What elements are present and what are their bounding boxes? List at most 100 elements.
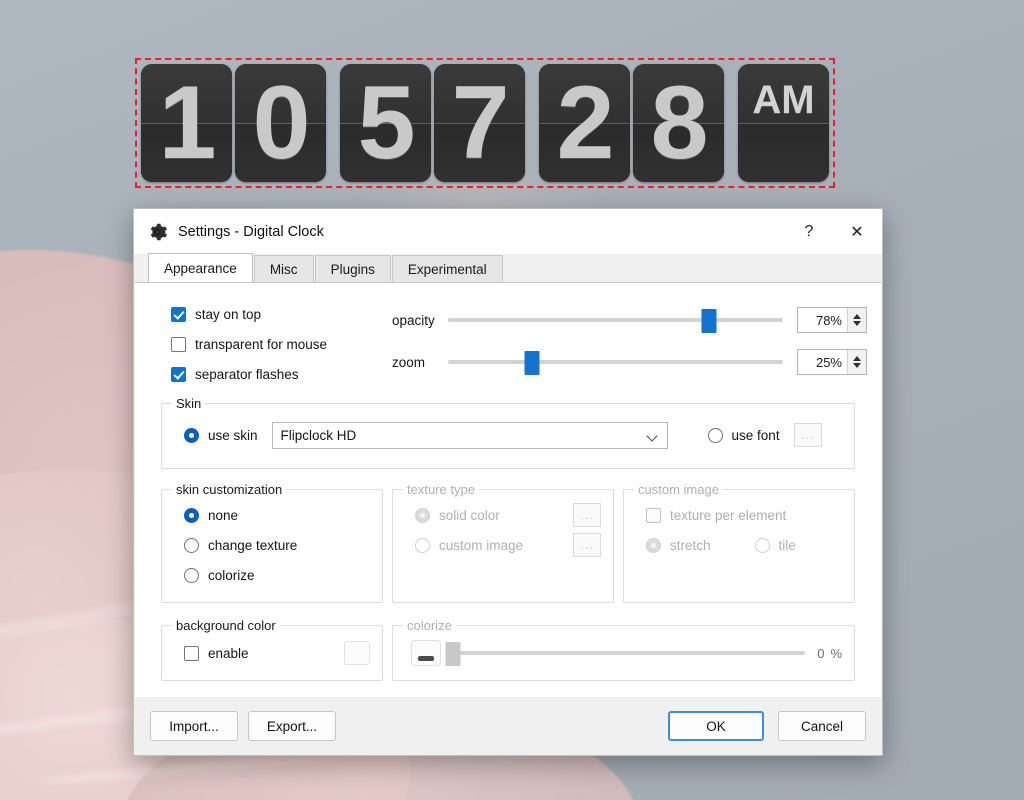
skin-group: Skin use skin Flipclock HD use font ... <box>161 403 855 469</box>
spinbox-arrows[interactable] <box>847 308 866 332</box>
tile-label: tile <box>779 538 796 553</box>
tab-plugins[interactable]: Plugins <box>315 255 391 282</box>
checkbox-label: stay on top <box>195 307 261 322</box>
clock-hours-group: 1 0 <box>141 64 326 182</box>
radio-button[interactable] <box>184 568 199 583</box>
tab-appearance[interactable]: Appearance <box>148 253 253 282</box>
checkbox-enable-background[interactable] <box>184 646 199 661</box>
clock-digit-value: 5 <box>340 64 431 182</box>
radio-use-font[interactable] <box>708 428 723 443</box>
radio-colorize[interactable]: colorize <box>174 560 370 590</box>
checkbox-texture-per-element: texture per element <box>636 500 842 530</box>
colorize-color-button <box>411 640 441 666</box>
colorize-slider <box>453 642 805 664</box>
background-color-title: background color <box>172 618 280 633</box>
spinner-up-icon[interactable] <box>853 356 861 361</box>
skin-customization-group: skin customization none change texture c… <box>161 489 383 603</box>
radio-solid-color: solid color ... <box>405 500 601 530</box>
colorize-group: colorize 0 % <box>392 625 855 681</box>
ok-button[interactable]: OK <box>668 711 764 741</box>
dialog-footer: Import... Export... OK Cancel <box>134 697 882 755</box>
custom-image-browse-button: ... <box>573 533 601 557</box>
opacity-value: 78% <box>798 313 847 328</box>
flip-clock-widget[interactable]: 1 0 5 7 <box>135 58 835 188</box>
colorize-title: colorize <box>403 618 456 633</box>
slider-track <box>453 651 805 655</box>
zoom-label: zoom <box>392 355 448 370</box>
tab-experimental[interactable]: Experimental <box>392 255 503 282</box>
checkbox-label: enable <box>208 646 249 661</box>
customization-row: skin customization none change texture c… <box>161 489 855 603</box>
color-bar <box>418 656 434 661</box>
skin-select[interactable]: Flipclock HD <box>272 422 668 449</box>
clock-ampm-tile: AM <box>738 64 829 182</box>
radio-button[interactable] <box>184 508 199 523</box>
opacity-spinbox[interactable]: 78% <box>797 307 867 333</box>
zoom-spinbox[interactable]: 25% <box>797 349 867 375</box>
radio-label: custom image <box>439 538 523 553</box>
opacity-slider[interactable] <box>448 309 783 331</box>
clock-digit-value: 0 <box>235 64 326 182</box>
solid-color-browse-button: ... <box>573 503 601 527</box>
slider-handle[interactable] <box>702 309 717 333</box>
radio-use-skin[interactable] <box>184 428 199 443</box>
zoom-slider[interactable] <box>448 351 783 373</box>
clock-digit-tile: 7 <box>434 64 525 182</box>
clock-digit-value: 1 <box>141 64 232 182</box>
opacity-control: opacity 78% <box>392 299 867 341</box>
radio-label: change texture <box>208 538 297 553</box>
spinbox-arrows[interactable] <box>847 350 866 374</box>
export-button[interactable]: Export... <box>248 711 336 741</box>
spinner-down-icon[interactable] <box>853 363 861 368</box>
help-button[interactable]: ? <box>786 209 832 254</box>
gear-icon <box>146 221 168 243</box>
clock-digit-tile: 8 <box>633 64 724 182</box>
background-color-group: background color enable <box>161 625 383 681</box>
slider-track <box>448 318 783 322</box>
background-color-row: enable <box>174 638 370 668</box>
tab-misc[interactable]: Misc <box>254 255 314 282</box>
cancel-button[interactable]: Cancel <box>778 711 866 741</box>
clock-ampm-value: AM <box>738 64 829 182</box>
slider-column: opacity 78% <box>374 295 867 389</box>
radio-none[interactable]: none <box>174 500 370 530</box>
checkbox-label: separator flashes <box>195 367 299 382</box>
zoom-value: 25% <box>798 355 847 370</box>
clock-digit-tile: 2 <box>539 64 630 182</box>
zoom-control: zoom 25% <box>392 341 867 383</box>
checkbox-box[interactable] <box>171 337 186 352</box>
checkbox-label: transparent for mouse <box>195 337 327 352</box>
checkbox-separator-flashes[interactable]: separator flashes <box>171 359 374 389</box>
checkbox-box[interactable] <box>171 307 186 322</box>
radio-change-texture[interactable]: change texture <box>174 530 370 560</box>
custom-image-title: custom image <box>634 482 723 497</box>
use-skin-label: use skin <box>208 428 258 443</box>
radio-button <box>415 538 430 553</box>
top-options-row: stay on top transparent for mouse separa… <box>149 295 867 389</box>
skin-group-title: Skin <box>172 396 205 411</box>
radio-custom-image: custom image ... <box>405 530 601 560</box>
spinner-up-icon[interactable] <box>853 314 861 319</box>
opacity-label: opacity <box>392 313 448 328</box>
background-color-swatch <box>344 641 370 665</box>
radio-button[interactable] <box>184 538 199 553</box>
checkbox-transparent-for-mouse[interactable]: transparent for mouse <box>171 329 374 359</box>
slider-handle <box>446 642 461 666</box>
radio-button <box>415 508 430 523</box>
chevron-down-icon[interactable] <box>648 432 659 439</box>
clock-ampm-group: AM <box>738 64 829 182</box>
slider-track <box>448 360 783 364</box>
skin-customization-title: skin customization <box>172 482 286 497</box>
checkbox-stay-on-top[interactable]: stay on top <box>171 299 374 329</box>
colorize-value: 0 <box>817 646 824 661</box>
slider-handle[interactable] <box>524 351 539 375</box>
spinner-down-icon[interactable] <box>853 321 861 326</box>
desktop-background: 1 0 5 7 <box>0 0 1024 800</box>
close-icon[interactable]: ✕ <box>832 209 882 254</box>
import-button[interactable]: Import... <box>150 711 238 741</box>
dialog-title-bar[interactable]: Settings - Digital Clock ? ✕ <box>134 209 882 254</box>
colorize-unit: % <box>830 646 842 661</box>
clock-minutes-group: 5 7 <box>340 64 525 182</box>
checkbox-box[interactable] <box>171 367 186 382</box>
checkbox-label: texture per element <box>670 508 786 523</box>
